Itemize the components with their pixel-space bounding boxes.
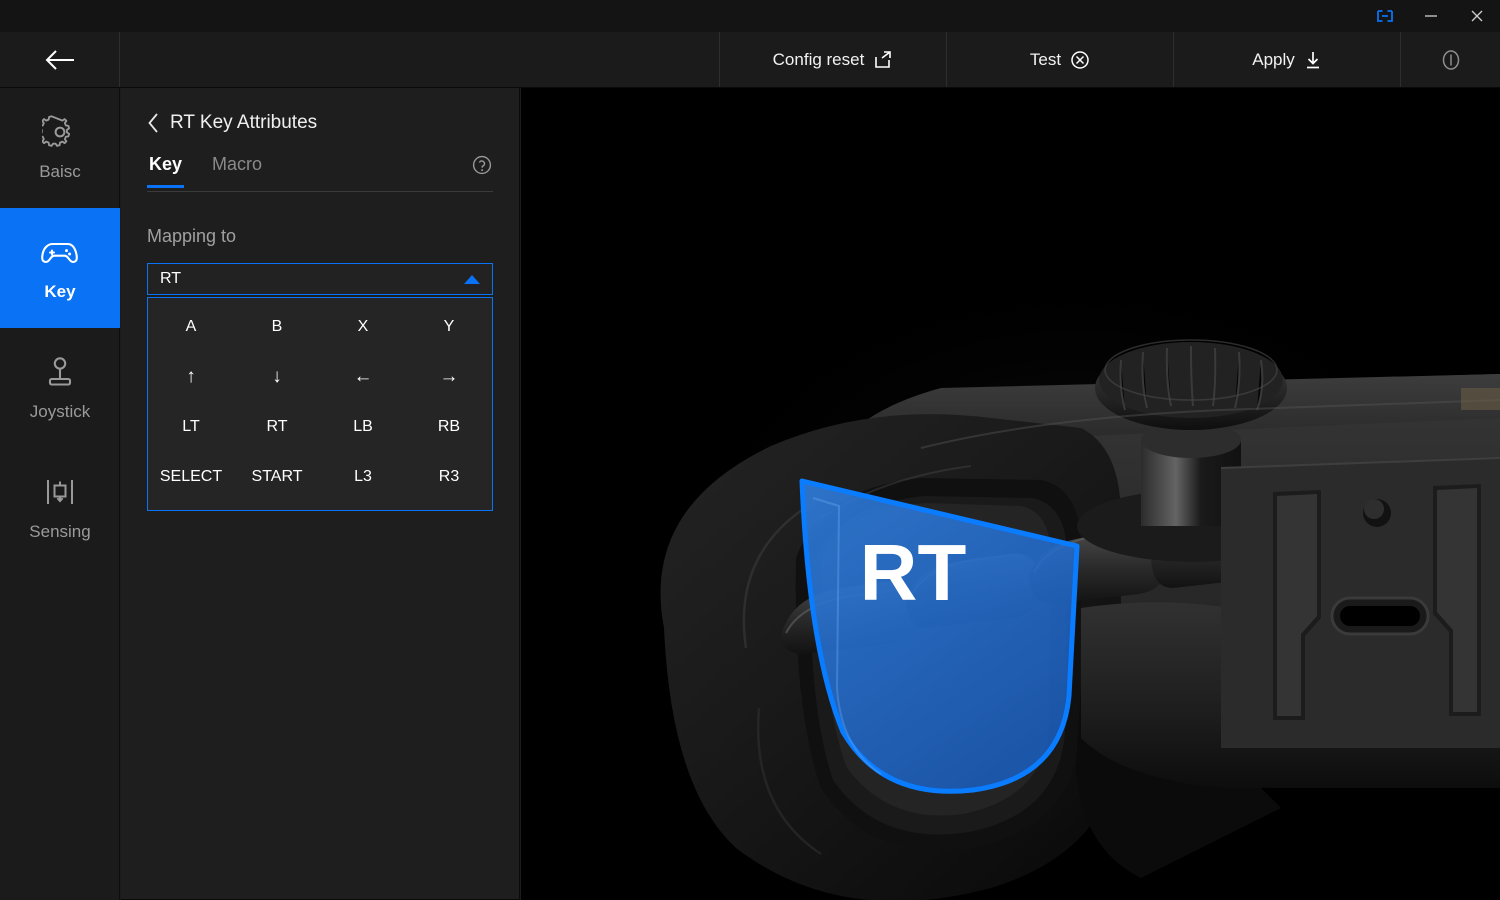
title-bar bbox=[0, 0, 1500, 32]
export-icon bbox=[875, 50, 892, 68]
option-b[interactable]: B bbox=[234, 314, 320, 340]
close-icon bbox=[1471, 10, 1483, 22]
option-y[interactable]: Y bbox=[406, 314, 492, 340]
minimize-button[interactable] bbox=[1408, 0, 1454, 32]
chevron-left-icon bbox=[148, 113, 158, 133]
option-select[interactable]: SELECT bbox=[148, 464, 234, 490]
page-title: RT Key Attributes bbox=[170, 112, 318, 133]
sidebar-item-baisc[interactable]: Baisc bbox=[0, 88, 120, 208]
sidebar-item-key[interactable]: Key bbox=[0, 208, 120, 328]
rt-highlight-label: RT bbox=[860, 528, 967, 617]
tab-macro[interactable]: Macro bbox=[210, 154, 264, 185]
option-right[interactable]: → bbox=[406, 364, 492, 390]
info-icon bbox=[1442, 49, 1459, 70]
minimize-icon bbox=[1425, 15, 1437, 17]
sidebar-label-baisc: Baisc bbox=[39, 162, 81, 181]
sensing-icon bbox=[43, 474, 77, 510]
info-button[interactable] bbox=[1401, 32, 1500, 87]
link-icon[interactable] bbox=[1362, 0, 1408, 32]
sidebar-item-joystick[interactable]: Joystick bbox=[0, 328, 120, 448]
joystick-icon bbox=[42, 354, 78, 390]
arrow-left-icon bbox=[45, 49, 74, 70]
option-a[interactable]: A bbox=[148, 314, 234, 340]
option-rb[interactable]: RB bbox=[406, 414, 492, 440]
config-panel: RT Key Attributes Key Macro Mapping to R… bbox=[121, 88, 520, 900]
toolbar-spacer bbox=[120, 32, 720, 87]
option-rt[interactable]: RT bbox=[234, 414, 320, 440]
gamepad-icon bbox=[41, 234, 79, 270]
mapping-to-label: Mapping to bbox=[147, 226, 237, 246]
sidebar-label-key: Key bbox=[44, 282, 76, 301]
download-icon bbox=[1306, 51, 1319, 68]
option-left[interactable]: ← bbox=[320, 364, 406, 390]
panel-back-header[interactable]: RT Key Attributes bbox=[121, 88, 519, 134]
app-window: Config reset Test Apply Baisc Key Joysti… bbox=[0, 0, 1500, 900]
test-label: Test bbox=[1029, 49, 1062, 69]
mapping-select-value: RT bbox=[160, 270, 182, 287]
chevron-up-icon bbox=[464, 274, 480, 284]
close-button[interactable] bbox=[1454, 0, 1500, 32]
config-reset-label: Config reset bbox=[772, 49, 865, 69]
option-start[interactable]: START bbox=[234, 464, 320, 490]
controller-preview: RT bbox=[521, 88, 1500, 900]
back-button[interactable] bbox=[0, 32, 120, 87]
controller-illustration: RT bbox=[521, 88, 1500, 900]
option-down[interactable]: ↓ bbox=[234, 364, 320, 390]
option-l3[interactable]: L3 bbox=[320, 464, 406, 490]
panel-tabs: Key Macro bbox=[147, 154, 493, 192]
option-r3[interactable]: R3 bbox=[406, 464, 492, 490]
link-icon-glyph bbox=[1377, 10, 1393, 22]
option-up[interactable]: ↑ bbox=[148, 364, 234, 390]
option-lt[interactable]: LT bbox=[148, 414, 234, 440]
test-button[interactable]: Test bbox=[947, 32, 1174, 87]
config-reset-button[interactable]: Config reset bbox=[720, 32, 947, 87]
toolbar: Config reset Test Apply bbox=[0, 32, 1500, 88]
help-icon[interactable] bbox=[471, 154, 493, 181]
option-x[interactable]: X bbox=[320, 314, 406, 340]
gear-icon bbox=[42, 114, 78, 150]
apply-label: Apply bbox=[1252, 49, 1295, 69]
sidebar: Baisc Key Joystick Sensing bbox=[0, 88, 120, 900]
test-circle-x-icon bbox=[1071, 50, 1089, 69]
sidebar-label-sensing: Sensing bbox=[29, 522, 91, 541]
mapping-options-list: A B X Y ↑ ↓ ← → LT RT LB RB SELECT START… bbox=[147, 297, 493, 511]
sidebar-item-sensing[interactable]: Sensing bbox=[0, 448, 120, 568]
option-lb[interactable]: LB bbox=[320, 414, 406, 440]
mapping-select[interactable]: RT bbox=[147, 263, 493, 295]
sidebar-label-joystick: Joystick bbox=[29, 402, 91, 421]
tab-key[interactable]: Key bbox=[147, 154, 185, 188]
apply-button[interactable]: Apply bbox=[1174, 32, 1401, 87]
